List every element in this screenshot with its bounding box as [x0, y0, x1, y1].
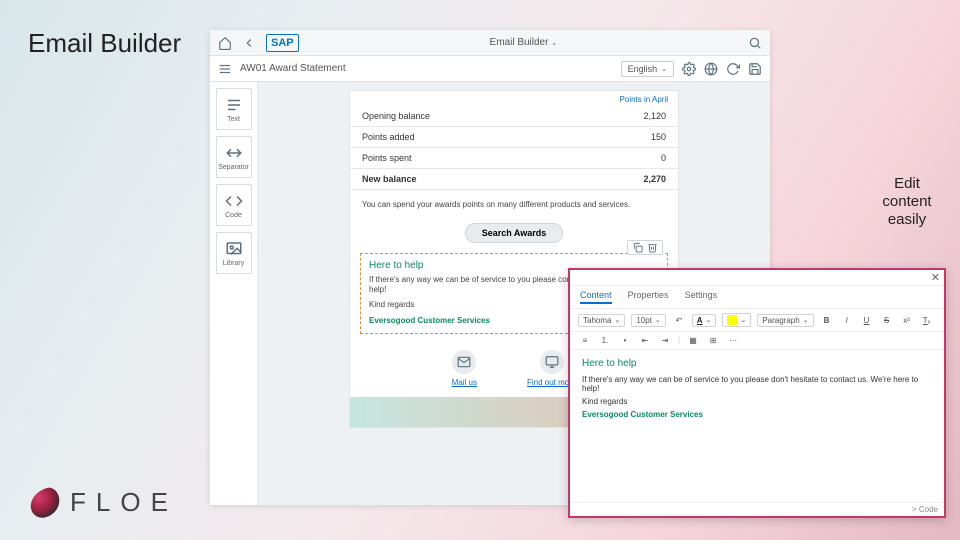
- code-block-icon: [225, 192, 243, 210]
- palette-item-label: Library: [223, 260, 244, 267]
- editor-tabs: Content Properties Settings: [570, 286, 944, 309]
- callout-edit: Edit content easily: [872, 175, 942, 229]
- list-ordered-button[interactable]: 1.: [598, 336, 612, 345]
- section-caption: Points in April: [350, 91, 678, 106]
- library-block-icon: [225, 240, 243, 258]
- search-awards-button[interactable]: Search Awards: [465, 223, 564, 243]
- editor-body[interactable]: Here to help If there's any way we can b…: [570, 350, 944, 431]
- rte-toolbar-row2: ≡ 1. • ⇤ ⇥ | ▦ ⊞ ⋯: [570, 332, 944, 350]
- tab-properties[interactable]: Properties: [628, 290, 669, 304]
- cta-label: Mail us: [452, 378, 477, 387]
- palette-item-label: Code: [225, 212, 242, 219]
- app-title: Email Builder ⌄: [490, 37, 558, 48]
- language-select[interactable]: English⌄: [621, 61, 674, 77]
- fontcolor-select[interactable]: A⌄: [692, 314, 717, 327]
- image-button[interactable]: ▦: [686, 336, 700, 345]
- row-value: 0: [568, 148, 678, 169]
- globe-icon[interactable]: [704, 62, 718, 76]
- content-editor-panel: ✕ Content Properties Settings Tahoma⌄ 10…: [568, 268, 946, 518]
- undo-icon[interactable]: ↶: [672, 316, 686, 325]
- block-toolbar: [627, 240, 663, 255]
- table-row: Points added150: [350, 127, 678, 148]
- separator-block-icon: [225, 144, 243, 162]
- row-value: 150: [568, 127, 678, 148]
- table-row: New balance2,270: [350, 169, 678, 190]
- delete-icon[interactable]: [647, 242, 658, 253]
- row-label: New balance: [350, 169, 568, 190]
- palette-item-library[interactable]: Library: [216, 232, 252, 274]
- palette-item-label: Separator: [218, 164, 249, 171]
- row-label: Points added: [350, 127, 568, 148]
- floe-mark-icon: [27, 485, 63, 520]
- row-label: Opening balance: [350, 106, 568, 127]
- app-title-chevron-icon[interactable]: ⌄: [551, 40, 557, 47]
- editor-heading: Here to help: [582, 358, 932, 369]
- fontsize-select[interactable]: 10pt⌄: [631, 314, 665, 327]
- palette-item-code[interactable]: Code: [216, 184, 252, 226]
- tab-settings[interactable]: Settings: [685, 290, 718, 304]
- mail-icon: [452, 350, 476, 374]
- search-icon[interactable]: [748, 36, 762, 50]
- monitor-icon: [540, 350, 564, 374]
- menu-icon[interactable]: [218, 62, 232, 76]
- back-icon[interactable]: [242, 36, 256, 50]
- outdent-button[interactable]: ⇤: [638, 336, 652, 345]
- clearformat-button[interactable]: Tₓ: [920, 316, 934, 325]
- font-select[interactable]: Tahoma⌄: [578, 314, 625, 327]
- copy-icon[interactable]: [632, 242, 643, 253]
- row-label: Points spent: [350, 148, 568, 169]
- list-unordered-button[interactable]: •: [618, 336, 632, 345]
- table-row: Points spent0: [350, 148, 678, 169]
- settings-gear-icon[interactable]: [682, 62, 696, 76]
- save-icon[interactable]: [748, 62, 762, 76]
- sap-logo: SAP: [266, 34, 299, 52]
- app-topbar: SAP Email Builder ⌄: [210, 30, 770, 56]
- block-palette: Text Separator Code Library: [210, 82, 258, 505]
- indent-button[interactable]: ⇥: [658, 336, 672, 345]
- superscript-button[interactable]: x²: [900, 316, 914, 325]
- strike-button[interactable]: S: [880, 316, 894, 325]
- palette-item-text[interactable]: Text: [216, 88, 252, 130]
- bold-button[interactable]: B: [820, 316, 834, 325]
- editor-paragraph: Kind regards: [582, 397, 932, 406]
- floe-logo-text: FLOE: [70, 487, 178, 518]
- row-value: 2,270: [568, 169, 678, 190]
- palette-item-separator[interactable]: Separator: [216, 136, 252, 178]
- refresh-icon[interactable]: [726, 62, 740, 76]
- doc-title: AW01 Award Statement: [240, 63, 346, 74]
- app-subbar: AW01 Award Statement English⌄: [210, 56, 770, 82]
- highlight-select[interactable]: ⌄: [722, 313, 751, 327]
- row-value: 2,120: [568, 106, 678, 127]
- mail-note: You can spend your awards points on many…: [350, 190, 678, 219]
- editor-footer[interactable]: > Code: [570, 502, 944, 516]
- editor-header: ✕: [570, 270, 944, 286]
- close-icon[interactable]: ✕: [931, 271, 940, 284]
- floe-logo: FLOE: [30, 487, 178, 518]
- more-button[interactable]: ⋯: [726, 336, 740, 345]
- slide-title: Email Builder: [28, 28, 181, 59]
- paragraph-select[interactable]: Paragraph⌄: [757, 314, 813, 327]
- rte-toolbar: Tahoma⌄ 10pt⌄ ↶ A⌄ ⌄ Paragraph⌄ B I U S …: [570, 309, 944, 332]
- text-block-icon: [225, 96, 243, 114]
- italic-button[interactable]: I: [840, 316, 854, 325]
- underline-button[interactable]: U: [860, 316, 874, 325]
- palette-item-label: Text: [227, 116, 240, 123]
- editor-signature: Eversogood Customer Services: [582, 410, 932, 419]
- points-table: Opening balance2,120 Points added150 Poi…: [350, 106, 678, 190]
- home-icon[interactable]: [218, 36, 232, 50]
- editor-paragraph: If there's any way we can be of service …: [582, 375, 932, 393]
- table-button[interactable]: ⊞: [706, 336, 720, 345]
- tab-content[interactable]: Content: [580, 290, 612, 304]
- table-row: Opening balance2,120: [350, 106, 678, 127]
- cta-mail[interactable]: Mail us: [452, 350, 477, 387]
- align-left-button[interactable]: ≡: [578, 336, 592, 345]
